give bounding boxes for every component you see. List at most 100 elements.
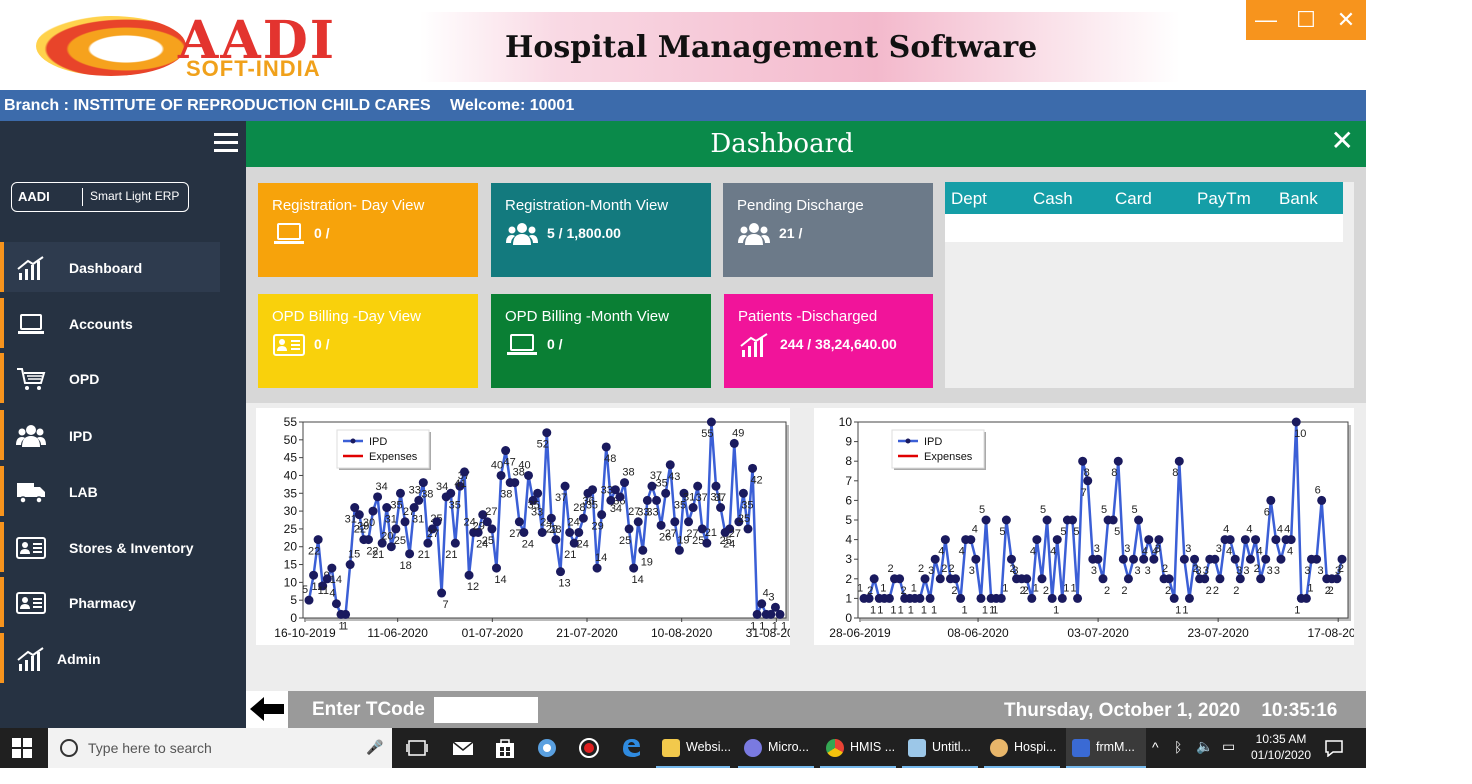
data-point	[551, 535, 561, 545]
sidebar-item-stores-inventory[interactable]: Stores & Inventory	[0, 522, 246, 572]
tile-opd-billing-day[interactable]: OPD Billing -Day View 0 /	[258, 294, 478, 388]
windows-taskbar: Type here to search 🎤 Websi... Micro... …	[0, 728, 1366, 768]
data-point	[1037, 574, 1047, 584]
data-label: 6	[1315, 484, 1321, 496]
tile-registration-day[interactable]: Registration- Day View 0 /	[258, 183, 478, 277]
taskbar-app-hospital[interactable]: Hospi...	[984, 728, 1064, 768]
data-label: 25	[619, 535, 631, 547]
store-icon[interactable]	[494, 737, 516, 759]
data-label: 40	[518, 459, 530, 471]
data-label: 1	[880, 582, 886, 594]
sidebar-item-dashboard[interactable]: Dashboard	[0, 242, 246, 292]
tile-patients-discharged[interactable]: Patients -Discharged 244 / 38,24,640.00	[724, 294, 933, 388]
x-tick-label: 11-06-2020	[367, 626, 428, 640]
id-card-icon	[16, 592, 46, 614]
current-time: 10:35:16	[1261, 700, 1338, 721]
record-icon[interactable]	[578, 737, 600, 759]
chevron-up-icon[interactable]: ^	[1152, 739, 1159, 755]
tcode-bar: Enter TCode Thursday, October 1, 2020 10…	[246, 691, 1366, 728]
sidebar-item-admin[interactable]: Admin	[0, 633, 246, 683]
data-point	[464, 570, 474, 580]
y-tick-label: 20	[284, 540, 298, 554]
data-label: 22	[308, 546, 320, 558]
data-label: 2	[867, 585, 873, 597]
tile-pending-discharge[interactable]: Pending Discharge 21 /	[723, 183, 933, 277]
table-row[interactable]	[945, 214, 1343, 242]
data-point	[510, 478, 520, 488]
data-point	[1291, 417, 1301, 427]
data-point	[716, 503, 726, 513]
data-point	[743, 524, 753, 534]
tile-opd-billing-month[interactable]: OPD Billing -Month View 0 /	[491, 294, 711, 388]
data-point	[1276, 554, 1286, 564]
data-label: 1	[870, 604, 876, 616]
edge-icon[interactable]	[620, 736, 642, 758]
data-point	[729, 438, 739, 448]
taskbar-app-microsoft[interactable]: Micro...	[738, 728, 818, 768]
network-icon[interactable]: ▭	[1222, 738, 1235, 755]
data-label: 1	[908, 604, 914, 616]
taskbar-search-box[interactable]: Type here to search 🎤	[48, 728, 392, 768]
data-point	[1042, 515, 1052, 525]
data-label: 4	[1223, 524, 1229, 536]
data-point	[940, 535, 950, 545]
sidebar-item-accounts[interactable]: Accounts	[0, 298, 246, 348]
microphone-icon[interactable]: 🎤	[366, 739, 383, 756]
photos-icon[interactable]	[536, 737, 558, 759]
sidebar-item-ipd[interactable]: IPD	[0, 410, 246, 460]
taskbar-clock[interactable]: 10:35 AM 01/10/2020	[1246, 731, 1316, 763]
sidebar-item-pharmacy[interactable]: Pharmacy	[0, 577, 246, 627]
data-point	[966, 535, 976, 545]
hamburger-menu-icon[interactable]	[214, 133, 238, 153]
data-point	[1225, 535, 1235, 545]
maximize-button[interactable]: ☐	[1291, 7, 1321, 33]
data-label: 2	[1009, 563, 1015, 575]
sidebar-item-opd[interactable]: OPD	[0, 353, 246, 403]
data-point	[670, 517, 680, 527]
data-label: 31	[412, 514, 424, 526]
taskbar-app-frmmain[interactable]: frmM...	[1066, 728, 1146, 768]
task-view-icon[interactable]	[406, 739, 428, 757]
data-point	[1317, 495, 1327, 505]
taskbar-app-websites[interactable]: Websi...	[656, 728, 734, 768]
data-point	[423, 538, 433, 548]
data-label: 1	[921, 604, 927, 616]
data-point	[395, 488, 405, 498]
data-point	[304, 595, 314, 605]
welcome-text: Welcome: 10001	[450, 97, 575, 114]
data-point	[1113, 456, 1123, 466]
data-point	[533, 488, 543, 498]
minimize-button[interactable]: —	[1251, 7, 1281, 33]
users-icon	[506, 223, 538, 245]
data-label: 1	[1071, 582, 1077, 594]
data-label: 2	[1206, 585, 1212, 597]
mail-icon[interactable]	[452, 739, 474, 757]
data-label: 27	[427, 528, 439, 540]
data-point	[437, 588, 447, 598]
taskbar-app-hmis[interactable]: HMIS ...	[820, 728, 900, 768]
tcode-input[interactable]	[434, 697, 538, 723]
laptop-icon	[274, 223, 304, 244]
y-tick-label: 1	[845, 591, 852, 605]
windows-start-icon[interactable]	[12, 738, 32, 758]
data-point	[638, 545, 648, 555]
taskbar-app-untitled[interactable]: Untitl...	[902, 728, 982, 768]
tile-registration-month[interactable]: Registration-Month View 5 / 1,800.00	[491, 183, 711, 277]
bluetooth-icon[interactable]: ᛒ	[1174, 739, 1182, 755]
sidebar-item-lab[interactable]: LAB	[0, 466, 246, 516]
data-point	[496, 470, 506, 480]
data-point	[597, 510, 607, 520]
sidebar-item-label: Dashboard	[69, 260, 143, 276]
data-point	[1230, 554, 1240, 564]
window-close-button[interactable]: ✕	[1331, 7, 1361, 33]
data-point	[1027, 593, 1037, 603]
back-arrow-button[interactable]	[246, 691, 288, 728]
y-tick-label: 0	[290, 611, 297, 625]
data-label: 2	[948, 563, 954, 575]
logo-subtext: SOFT-INDIA	[186, 56, 321, 81]
data-point	[574, 527, 584, 537]
sidebar: AADI Smart Light ERP Dashboard Accounts …	[0, 121, 246, 728]
dashboard-close-button[interactable]: ✕	[1331, 127, 1354, 155]
notifications-icon[interactable]	[1324, 739, 1344, 757]
volume-icon[interactable]: 🔈	[1196, 738, 1213, 755]
